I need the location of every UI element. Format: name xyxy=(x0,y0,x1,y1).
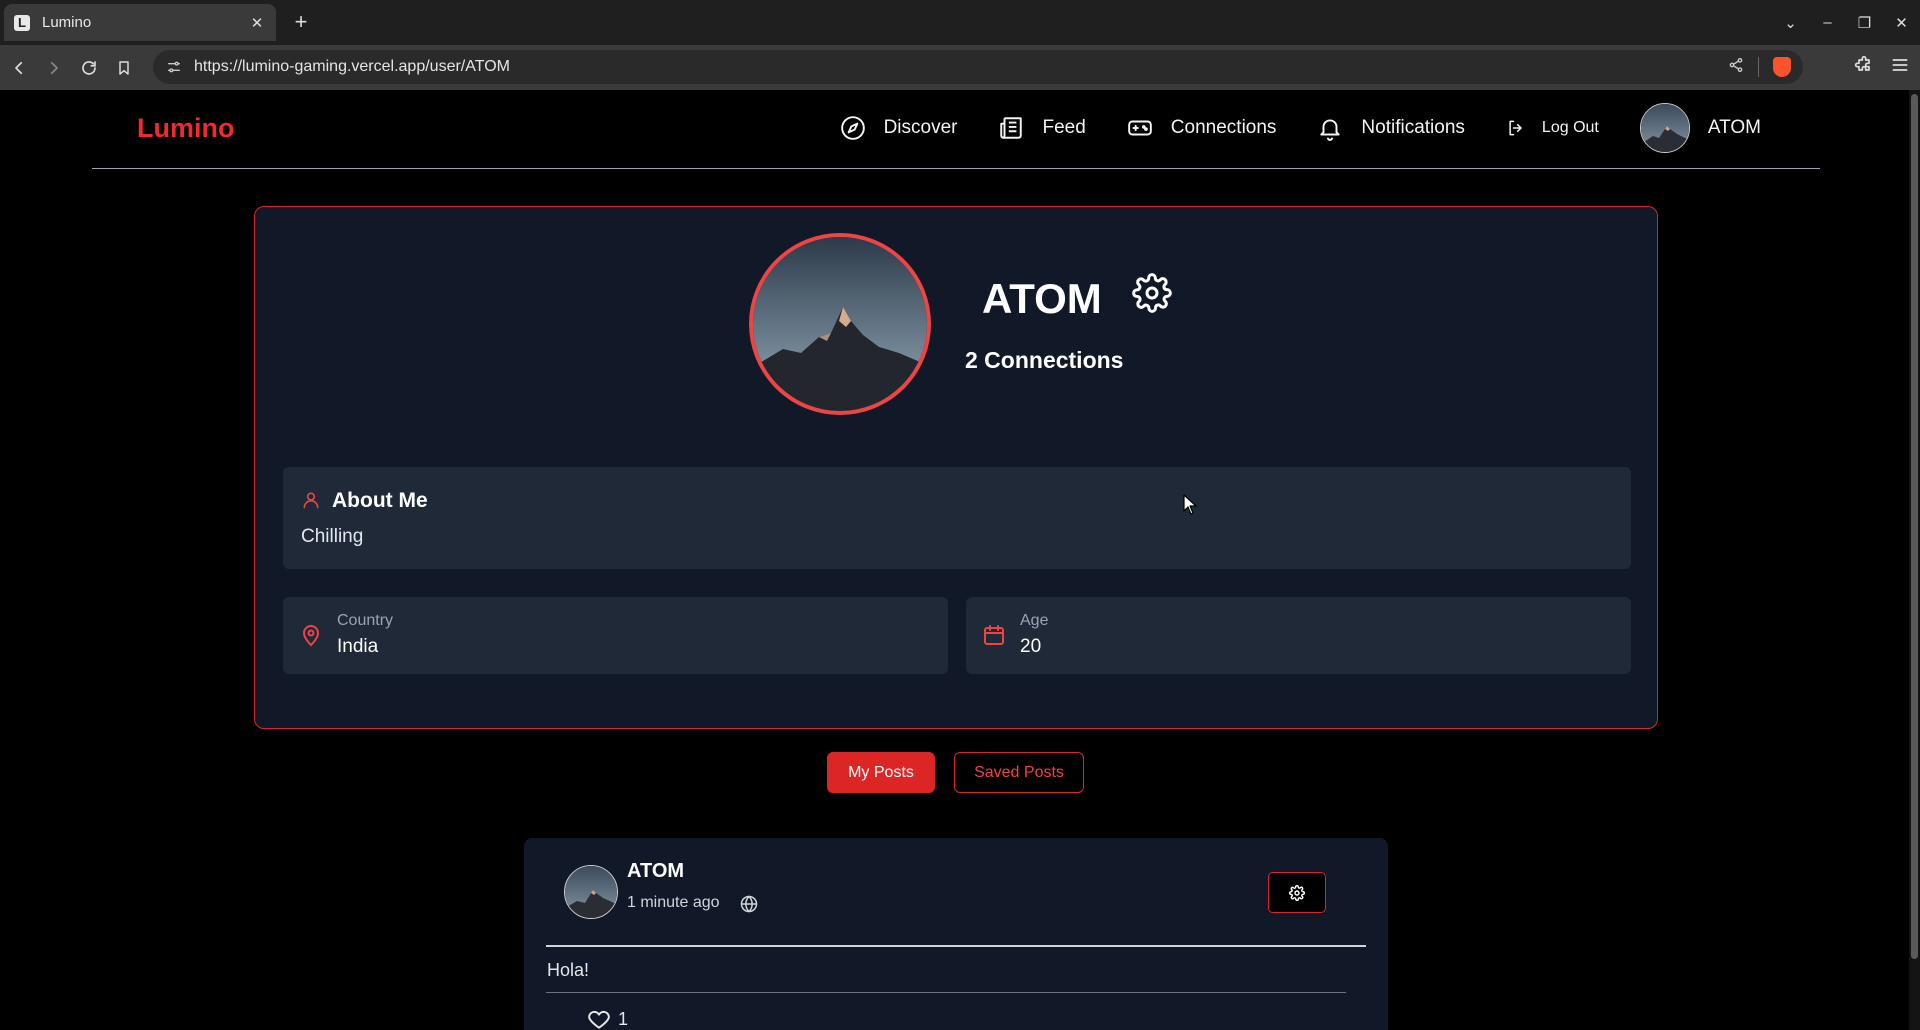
close-window-icon[interactable]: ✕ xyxy=(1883,14,1920,32)
bookmark-icon[interactable] xyxy=(108,52,140,84)
scrollbar-thumb[interactable] xyxy=(1911,94,1918,959)
extensions-icon[interactable] xyxy=(1854,55,1874,80)
nav-connections-label: Connections xyxy=(1170,117,1277,138)
my-posts-tab[interactable]: My Posts xyxy=(827,752,935,793)
post-author[interactable]: ATOM xyxy=(627,860,684,883)
new-tab-button[interactable]: + xyxy=(289,8,313,36)
post-content: Hola! xyxy=(547,960,590,980)
browser-tabstrip: L Lumino ✕ + ⌄ – ❐ ✕ xyxy=(0,0,1920,45)
address-bar[interactable]: https://lumino-gaming.vercel.app/user/AT… xyxy=(153,50,1803,84)
compass-icon xyxy=(840,116,865,140)
nav-discover[interactable]: Discover xyxy=(840,115,958,141)
post-card: ATOM 1 minute ago Hola! 1 xyxy=(524,838,1388,1030)
about-text: Chilling xyxy=(301,526,364,547)
tab-favicon-icon: L xyxy=(14,14,30,31)
post-timestamp: 1 minute ago xyxy=(627,894,720,911)
forward-icon[interactable] xyxy=(38,52,70,84)
site-logo[interactable]: Lumino xyxy=(137,113,234,144)
bell-icon xyxy=(1320,119,1341,141)
country-label: Country xyxy=(337,612,394,629)
nav-notifications[interactable]: Notifications xyxy=(1317,115,1465,141)
nav-connections[interactable]: Connections xyxy=(1127,115,1277,141)
post-gear-icon xyxy=(1289,884,1305,901)
nav-notifications-label: Notifications xyxy=(1361,117,1465,138)
minimize-icon[interactable]: – xyxy=(1809,14,1846,31)
site-header: Lumino Discover Feed Connections Notific… xyxy=(92,90,1820,169)
newspaper-icon xyxy=(1000,117,1023,139)
nav-avatar[interactable] xyxy=(1639,103,1690,153)
calendar-icon xyxy=(982,622,1006,653)
like-button[interactable]: 1 xyxy=(584,1006,628,1030)
menu-icon[interactable] xyxy=(1890,55,1910,80)
tab-title: Lumino xyxy=(42,14,92,31)
url-text: https://lumino-gaming.vercel.app/user/AT… xyxy=(194,58,510,75)
back-icon[interactable] xyxy=(3,52,35,84)
logout-icon xyxy=(1509,120,1522,136)
brave-shields-icon[interactable] xyxy=(1773,57,1791,77)
mouse-cursor-icon xyxy=(1183,494,1199,521)
about-section: About Me Chilling xyxy=(283,467,1631,569)
gear-icon xyxy=(1132,273,1172,313)
nav-username[interactable]: ATOM xyxy=(1708,117,1761,139)
url-separator xyxy=(1758,57,1759,77)
profile-avatar xyxy=(749,233,931,415)
logout-label: Log Out xyxy=(1541,119,1599,136)
tab-close-icon[interactable]: ✕ xyxy=(248,14,266,32)
app-viewport: Lumino Discover Feed Connections Notific… xyxy=(0,90,1909,1030)
country-value: India xyxy=(337,636,379,657)
tab-list-icon[interactable]: ⌄ xyxy=(1772,14,1809,32)
post-divider xyxy=(546,945,1366,947)
age-label: Age xyxy=(1020,612,1049,629)
saved-posts-tab[interactable]: Saved Posts xyxy=(954,752,1084,793)
browser-tab[interactable]: L Lumino ✕ xyxy=(4,4,276,41)
connections-count[interactable]: 2 Connections xyxy=(965,347,1123,374)
profile-card: ATOM 2 Connections About Me Chilling Cou… xyxy=(254,206,1658,729)
post-actions-divider xyxy=(546,992,1346,993)
age-panel: Age 20 xyxy=(966,597,1631,674)
country-panel: Country India xyxy=(283,597,948,674)
map-pin-icon xyxy=(299,622,323,653)
nav-feed[interactable]: Feed xyxy=(998,115,1086,141)
page-scrollbar[interactable] xyxy=(1909,90,1920,1030)
like-count: 1 xyxy=(618,1008,629,1029)
profile-settings-button[interactable] xyxy=(1132,273,1172,313)
post-settings-button[interactable] xyxy=(1268,872,1326,913)
share-icon[interactable] xyxy=(1728,57,1744,78)
heart-icon xyxy=(588,1010,610,1029)
reload-icon[interactable] xyxy=(73,52,105,84)
post-tabs: My Posts Saved Posts xyxy=(827,752,1084,793)
post-author-avatar[interactable] xyxy=(564,865,618,919)
window-controls: ⌄ – ❐ ✕ xyxy=(1772,0,1920,45)
logout-button[interactable]: Log Out xyxy=(1506,118,1599,138)
profile-name: ATOM xyxy=(982,275,1102,322)
nav-feed-label: Feed xyxy=(1042,117,1086,138)
site-info-icon[interactable] xyxy=(163,59,185,75)
user-icon xyxy=(301,489,321,516)
browser-toolbar: https://lumino-gaming.vercel.app/user/AT… xyxy=(0,45,1920,90)
restore-icon[interactable]: ❐ xyxy=(1846,14,1883,32)
main-nav: Discover Feed Connections Notifications … xyxy=(799,103,1761,153)
gamepad-icon xyxy=(1127,120,1152,136)
about-title: About Me xyxy=(332,489,428,512)
nav-discover-label: Discover xyxy=(883,117,958,138)
age-value: 20 xyxy=(1020,636,1042,657)
globe-icon xyxy=(739,894,759,919)
